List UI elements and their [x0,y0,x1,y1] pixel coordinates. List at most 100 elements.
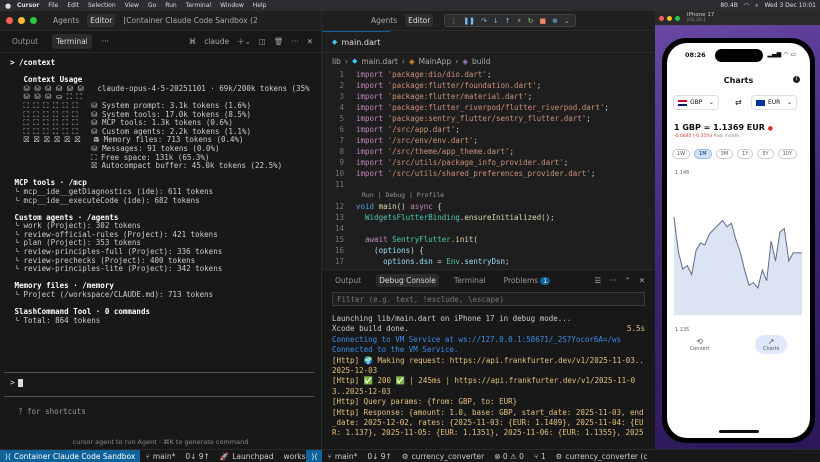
code-line[interactable]: 4 import 'package:flutter_riverpod/flutte… [322,102,655,113]
code-line[interactable]: 8 import '/src/theme/app_theme.dart'; [322,146,655,157]
from-currency-select[interactable]: GBP ⌄ [673,95,719,110]
range-3m[interactable]: 3M [715,149,734,159]
minimize-window-button[interactable] [18,17,25,24]
step-into-icon[interactable]: ↓ [493,17,499,25]
menu-app[interactable]: Cursor [17,2,39,9]
title-tab-editor[interactable]: Editor [405,14,434,27]
tab-output[interactable]: Output [332,274,364,287]
code-line[interactable]: 16 (options) { [322,245,655,256]
launchpad-button[interactable]: 🚀 Launchpad [215,452,279,461]
range-5y[interactable]: 5Y [757,149,774,159]
menu-view[interactable]: View [125,2,139,9]
menu-run[interactable]: Run [165,2,177,9]
step-out-icon[interactable]: ↑ [505,17,511,25]
breadcrumb-method[interactable]: build [472,57,490,66]
clock[interactable]: Wed 3 Dec 10:01 [764,2,816,9]
code-line[interactable]: 3 import 'package:flutter/material.dart'; [322,91,655,102]
code-line[interactable]: 17 options. dsn = Env. sentryDsn; [322,256,655,267]
code-line[interactable]: 9 import '/src/utils/package_info_provide… [322,157,655,168]
more-icon[interactable]: ··· [292,37,299,46]
menu-edit[interactable]: Edit [67,2,79,9]
code-line[interactable]: 1 import 'package:dio/dio.dart'; [322,69,655,80]
trash-icon[interactable]: 🗑 [274,37,284,46]
debug-session[interactable]: ⚙ currency_converter [397,452,489,461]
chevron-up-icon[interactable]: ⌃ [624,276,630,285]
debug-console-output[interactable]: Launching lib/main.dart on iPhone 17 in … [322,308,655,445]
to-currency-select[interactable]: EUR ⌄ [751,95,797,110]
step-over-icon[interactable]: ↷ [481,17,487,25]
terminal-name[interactable]: claude [204,37,229,46]
code-line[interactable]: 6 import '/src/app.dart'; [322,124,655,135]
zoom-window-button[interactable] [675,15,680,21]
code-line[interactable]: 11 [322,179,655,190]
close-icon[interactable]: ✕ [307,37,313,46]
add-terminal-icon[interactable]: ＋⌄ [237,36,251,47]
code-line[interactable]: 5 import 'package:sentry_flutter/sentry_f… [322,113,655,124]
code-line[interactable]: 7 import '/src/env/env.dart'; [322,135,655,146]
battery-status[interactable]: 80.4B [720,2,737,9]
swap-icon[interactable]: ⇄ [735,98,742,107]
close-window-button[interactable] [6,17,13,24]
problems-status[interactable]: ⊗ 0 ⚠ 0 [489,452,529,461]
tab-terminal[interactable]: Terminal [52,34,92,49]
minimize-window-button[interactable] [667,15,672,21]
restart-icon[interactable]: ↻ [528,17,534,25]
title-tab-editor[interactable]: Editor [87,14,116,27]
workspace-label[interactable]: workspa [278,452,306,461]
menu-go[interactable]: Go [148,2,156,9]
filter-input[interactable]: Filter (e.g. text, !exclude, \escape) [332,292,645,306]
wifi-icon[interactable]: ◠ [744,2,749,9]
tab-terminal[interactable]: Terminal [451,274,489,287]
close-window-button[interactable] [659,15,664,21]
range-1y[interactable]: 1Y [737,149,754,159]
prompt-area[interactable]: > ? for shortcuts [0,370,322,420]
debug-session-2[interactable]: ⚙ currency_converter (c [551,452,653,461]
breadcrumb-class[interactable]: MainApp [419,57,452,66]
range-10y[interactable]: 10Y [777,149,798,159]
menu-terminal[interactable]: Terminal [186,2,211,9]
terminal-output[interactable]: > /context Context Usage ⛁ ⛁ ⛁ ⛁ ⛁ ⛁ cla… [0,53,321,331]
menu-help[interactable]: Help [253,2,267,9]
close-icon[interactable]: ✕ [639,276,645,285]
code-line[interactable]: 14 [322,223,655,234]
zoom-window-button[interactable] [30,17,37,24]
rate-chart[interactable]: 1.1461.135 [672,165,804,345]
ports-status[interactable]: ⑂ 1 [529,452,551,461]
code-line[interactable]: 13 WidgetsFlutterBinding. ensureInitializ… [322,212,655,223]
menu-file[interactable]: File [48,2,58,9]
hot-reload-icon[interactable]: ⚡ [517,17,522,25]
title-tab-agents[interactable]: Agents [50,14,82,27]
more-icon[interactable]: ··· [609,276,616,285]
git-sync-editor[interactable]: 0↓ 9↑ [362,452,397,461]
search-icon[interactable]: ⌕ [755,2,758,10]
stop-icon[interactable]: ■ [539,17,546,25]
git-branch-editor[interactable]: ⑂ main* [322,452,362,461]
tab-debug-console[interactable]: Debug Console [376,273,439,287]
breadcrumb-lib[interactable]: lib [332,57,341,66]
git-branch[interactable]: ⑂ main* [140,452,180,461]
tab-output[interactable]: Output [8,34,42,49]
file-tab-main-dart[interactable]: ◆ main.dart [322,31,391,52]
pause-icon[interactable]: ❚❚ [463,17,475,25]
devtools-icon[interactable]: ⊕ [552,17,558,25]
drag-handle-icon[interactable]: ⋮ [450,17,457,25]
menu-window[interactable]: Window [220,2,244,9]
prompt-input[interactable]: > [10,378,23,387]
code-line[interactable]: 2 import 'package:flutter/foundation.dart… [322,80,655,91]
git-sync[interactable]: 0↓ 9↑ [180,452,215,461]
more-icon[interactable]: ··· [102,37,109,46]
code-line[interactable]: 10 import '/src/utils/shared_preferences_… [322,168,655,179]
split-icon[interactable]: ◫ [259,37,266,46]
code-lens[interactable]: Run | Debug | Profile [322,190,655,201]
range-1m[interactable]: 1M [694,149,712,159]
info-icon[interactable]: i [793,76,800,83]
list-icon[interactable]: ☰ [595,276,602,285]
remote-indicator-editor[interactable]: ⟩⟨ [306,450,323,462]
title-tab-agents[interactable]: Agents [368,14,400,27]
code-line[interactable]: 15 await SentryFlutter. init( [322,234,655,245]
tab-problems[interactable]: Problems 1 [501,274,554,287]
tab-convert[interactable]: ⟲ Convert [690,337,710,352]
range-1w[interactable]: 1W [672,149,691,159]
remote-indicator[interactable]: ⟩⟨ Container Claude Code Sandbox [0,450,141,462]
code-editor[interactable]: 1 import 'package:dio/dio.dart'; 2 import '… [322,69,655,267]
